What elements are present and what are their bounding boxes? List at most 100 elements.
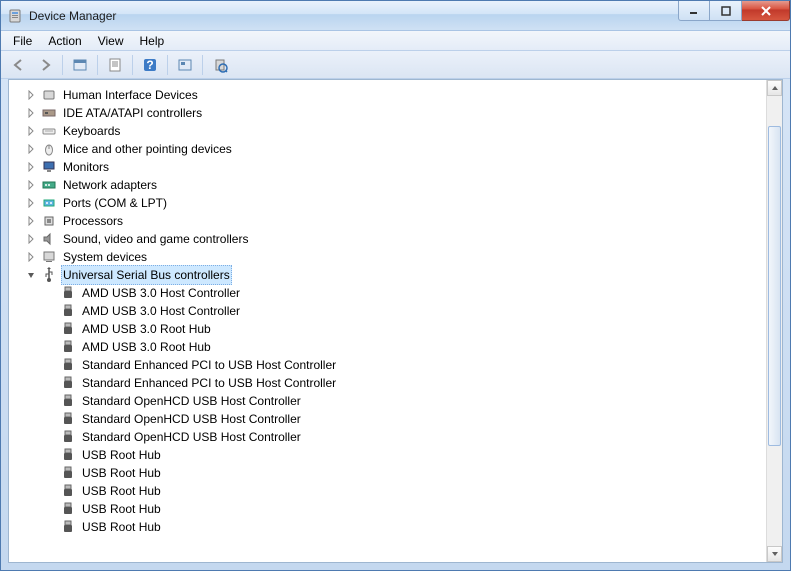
chevron-right-icon[interactable] xyxy=(23,123,39,139)
menu-action[interactable]: Action xyxy=(40,32,89,50)
tree-node-ide[interactable]: IDE ATA/ATAPI controllers xyxy=(9,104,766,122)
tree-node-usb-child[interactable]: USB Root Hub xyxy=(9,500,766,518)
vertical-scrollbar[interactable] xyxy=(766,80,782,562)
system-icon xyxy=(41,249,57,265)
usb-icon xyxy=(60,519,76,535)
window-title: Device Manager xyxy=(29,9,784,23)
tree-node-cpu[interactable]: Processors xyxy=(9,212,766,230)
tree-node-system[interactable]: System devices xyxy=(9,248,766,266)
tree-node-label: Processors xyxy=(61,211,125,231)
scroll-track[interactable] xyxy=(767,96,782,546)
minimize-button[interactable] xyxy=(678,1,710,21)
tree-node-usb-child[interactable]: AMD USB 3.0 Root Hub xyxy=(9,338,766,356)
expander-spacer xyxy=(42,411,58,427)
tree-pane: Human Interface DevicesIDE ATA/ATAPI con… xyxy=(8,79,783,563)
tree-node-label: AMD USB 3.0 Host Controller xyxy=(80,301,242,321)
tree-node-label: Mice and other pointing devices xyxy=(61,139,234,159)
close-button[interactable] xyxy=(742,1,790,21)
chevron-right-icon[interactable] xyxy=(23,159,39,175)
scan-hardware-icon[interactable] xyxy=(173,54,197,76)
tree-node-label: USB Root Hub xyxy=(80,463,163,483)
usb-icon xyxy=(60,465,76,481)
expander-spacer xyxy=(42,321,58,337)
forward-button[interactable] xyxy=(33,54,57,76)
tree-node-usb-child[interactable]: USB Root Hub xyxy=(9,518,766,536)
toolbar-separator xyxy=(62,55,63,75)
tree-node-usb-child[interactable]: USB Root Hub xyxy=(9,482,766,500)
tree-node-usb-child[interactable]: Standard OpenHCD USB Host Controller xyxy=(9,428,766,446)
chevron-right-icon[interactable] xyxy=(23,213,39,229)
tree-node-usb-child[interactable]: USB Root Hub xyxy=(9,464,766,482)
window-controls xyxy=(678,1,790,21)
expander-spacer xyxy=(42,303,58,319)
tree-node-usb-child[interactable]: Standard OpenHCD USB Host Controller xyxy=(9,392,766,410)
svg-text:?: ? xyxy=(146,58,153,72)
toolbar: ? xyxy=(1,51,790,79)
tree-node-keyboard[interactable]: Keyboards xyxy=(9,122,766,140)
chevron-right-icon[interactable] xyxy=(23,177,39,193)
network-icon xyxy=(41,177,57,193)
expander-spacer xyxy=(42,375,58,391)
tree-node-port[interactable]: Ports (COM & LPT) xyxy=(9,194,766,212)
scan-icon[interactable] xyxy=(208,54,232,76)
tree-node-usb-child[interactable]: AMD USB 3.0 Host Controller xyxy=(9,284,766,302)
titlebar[interactable]: Device Manager xyxy=(1,1,790,31)
expander-spacer xyxy=(42,465,58,481)
chevron-right-icon[interactable] xyxy=(23,141,39,157)
tree-node-label: Standard OpenHCD USB Host Controller xyxy=(80,391,303,411)
chevron-right-icon[interactable] xyxy=(23,87,39,103)
properties-icon[interactable] xyxy=(103,54,127,76)
cpu-icon xyxy=(41,213,57,229)
usb-icon xyxy=(60,411,76,427)
tree-node-usb-child[interactable]: Standard Enhanced PCI to USB Host Contro… xyxy=(9,356,766,374)
device-manager-window: Device Manager File Action View Help xyxy=(0,0,791,571)
back-button[interactable] xyxy=(7,54,31,76)
tree-node-label: Network adapters xyxy=(61,175,159,195)
usb-icon xyxy=(60,483,76,499)
tree-node-label: USB Root Hub xyxy=(80,499,163,519)
menu-help[interactable]: Help xyxy=(132,32,173,50)
usb-icon xyxy=(60,321,76,337)
scroll-up-button[interactable] xyxy=(767,80,782,96)
tree-node-usb-child[interactable]: USB Root Hub xyxy=(9,446,766,464)
chevron-right-icon[interactable] xyxy=(23,195,39,211)
tree-node-usb-child[interactable]: AMD USB 3.0 Root Hub xyxy=(9,320,766,338)
tree-node-mouse[interactable]: Mice and other pointing devices xyxy=(9,140,766,158)
tree-node-hid[interactable]: Human Interface Devices xyxy=(9,86,766,104)
tree-node-usb-child[interactable]: Standard Enhanced PCI to USB Host Contro… xyxy=(9,374,766,392)
tree-node-label: Monitors xyxy=(61,157,111,177)
expander-spacer xyxy=(42,501,58,517)
usb-icon xyxy=(60,339,76,355)
chevron-down-icon[interactable] xyxy=(23,267,39,283)
scroll-thumb[interactable] xyxy=(768,126,781,446)
tree-node-monitor[interactable]: Monitors xyxy=(9,158,766,176)
chevron-right-icon[interactable] xyxy=(23,231,39,247)
chevron-right-icon[interactable] xyxy=(23,249,39,265)
expander-spacer xyxy=(42,447,58,463)
maximize-button[interactable] xyxy=(710,1,742,21)
tree-node-label: USB Root Hub xyxy=(80,517,163,537)
tree-node-usb-child[interactable]: AMD USB 3.0 Host Controller xyxy=(9,302,766,320)
expander-spacer xyxy=(42,285,58,301)
menu-view[interactable]: View xyxy=(90,32,132,50)
help-icon[interactable]: ? xyxy=(138,54,162,76)
usb-icon xyxy=(60,285,76,301)
show-hide-icon[interactable] xyxy=(68,54,92,76)
mouse-icon xyxy=(41,141,57,157)
tree-node-usb-child[interactable]: Standard OpenHCD USB Host Controller xyxy=(9,410,766,428)
tree-node-label: USB Root Hub xyxy=(80,481,163,501)
tree-node-network[interactable]: Network adapters xyxy=(9,176,766,194)
tree-node-usb-controllers[interactable]: Universal Serial Bus controllers xyxy=(9,266,766,284)
expander-spacer xyxy=(42,429,58,445)
toolbar-separator xyxy=(97,55,98,75)
menu-file[interactable]: File xyxy=(5,32,40,50)
ide-icon xyxy=(41,105,57,121)
tree-node-label: Sound, video and game controllers xyxy=(61,229,250,249)
tree-node-sound[interactable]: Sound, video and game controllers xyxy=(9,230,766,248)
tree-node-label: Keyboards xyxy=(61,121,122,141)
expander-spacer xyxy=(42,483,58,499)
expander-spacer xyxy=(42,339,58,355)
chevron-right-icon[interactable] xyxy=(23,105,39,121)
scroll-down-button[interactable] xyxy=(767,546,782,562)
device-tree[interactable]: Human Interface DevicesIDE ATA/ATAPI con… xyxy=(9,80,766,562)
